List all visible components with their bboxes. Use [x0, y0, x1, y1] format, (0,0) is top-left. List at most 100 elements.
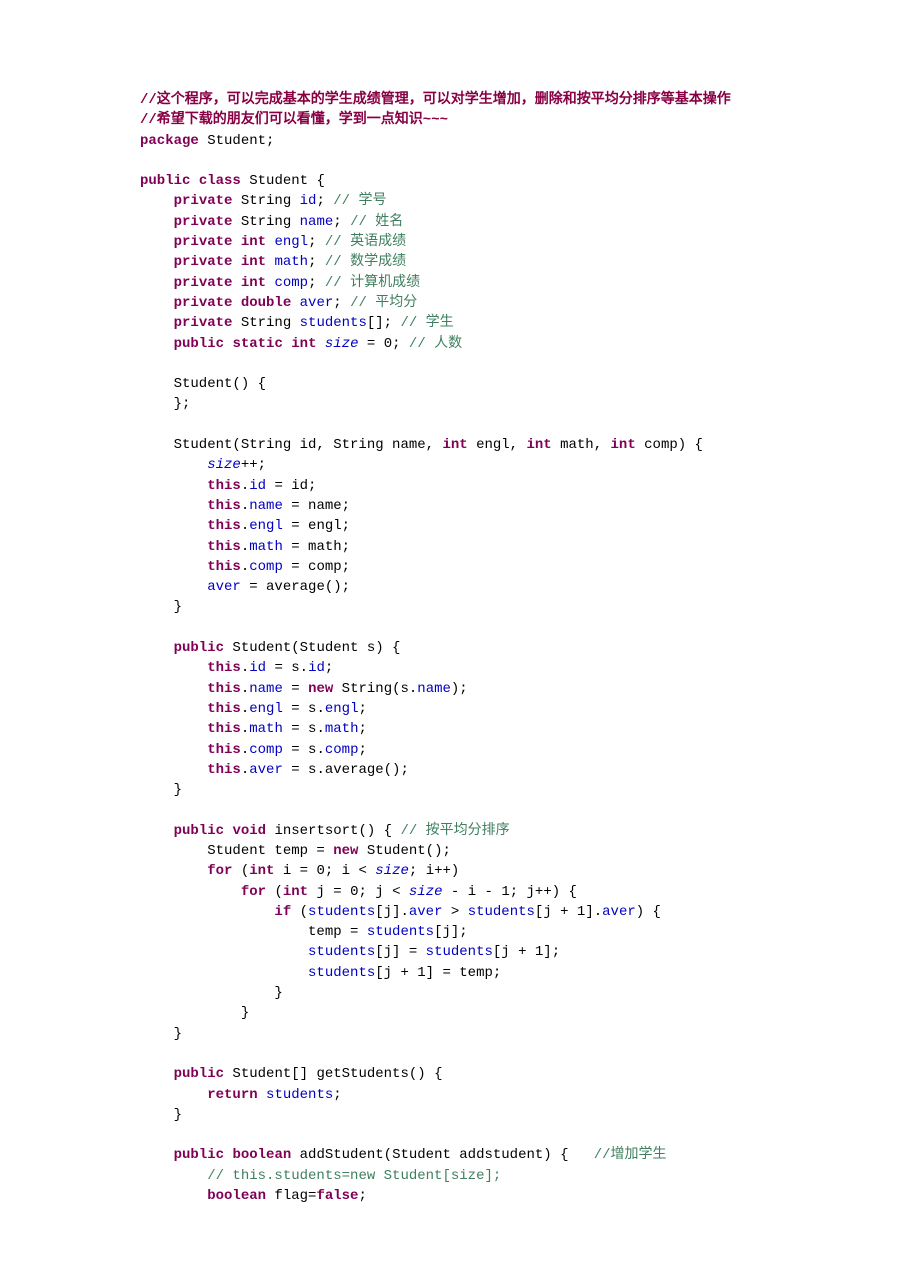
kw-this: this — [207, 762, 241, 778]
kw-private: private — [174, 254, 233, 270]
txt: [j] = — [375, 944, 425, 960]
txt — [140, 1066, 174, 1082]
txt — [140, 295, 174, 311]
kw-private: private — [174, 295, 233, 311]
kw-private: private — [174, 234, 233, 250]
fld-students: students — [308, 944, 375, 960]
fld-students: students — [300, 315, 367, 331]
txt: ; — [358, 742, 366, 758]
txt: = s. — [266, 660, 308, 676]
txt — [140, 1087, 207, 1103]
txt — [140, 457, 207, 473]
cmt-aver: // 平均分 — [350, 295, 417, 311]
txt — [140, 681, 207, 697]
kw-public: public — [174, 336, 224, 352]
txt: ( — [232, 863, 249, 879]
txt: ; — [358, 1188, 366, 1204]
txt: math, — [552, 437, 611, 453]
txt — [140, 944, 308, 960]
fld-math: math — [274, 254, 308, 270]
txt — [140, 1168, 207, 1184]
header-comment-2: //希望下载的朋友们可以看懂，学到一点知识~~~ — [140, 112, 448, 128]
txt: ; — [358, 701, 366, 717]
txt — [140, 498, 207, 514]
txt — [140, 336, 174, 352]
kw-this: this — [207, 518, 241, 534]
fld-name: name — [249, 681, 283, 697]
fld-students: students — [266, 1087, 333, 1103]
txt — [140, 539, 207, 555]
kw-int: int — [611, 437, 636, 453]
txt: Student(String id, String name, — [140, 437, 442, 453]
kw-this: this — [207, 478, 241, 494]
txt — [140, 863, 207, 879]
txt: flag= — [266, 1188, 316, 1204]
cmt-id: // 学号 — [333, 193, 386, 209]
kw-this: this — [207, 701, 241, 717]
fld-math: math — [249, 721, 283, 737]
txt: = comp; — [283, 559, 350, 575]
code-document: //这个程序，可以完成基本的学生成绩管理，可以对学生增加，删除和按平均分排序等基… — [0, 0, 920, 1286]
txt: - i - 1; j++) { — [443, 884, 577, 900]
txt: i = 0; i < — [274, 863, 375, 879]
txt: } — [140, 1107, 182, 1123]
txt — [140, 518, 207, 534]
txt: }; — [140, 396, 190, 412]
txt: Student temp = — [140, 843, 333, 859]
txt — [140, 823, 174, 839]
txt: String — [232, 193, 299, 209]
cmt-comp: // 计算机成绩 — [325, 275, 420, 291]
txt: . — [241, 498, 249, 514]
fld-comp: comp — [249, 742, 283, 758]
txt: = — [283, 681, 308, 697]
txt — [140, 193, 174, 209]
fld-aver: aver — [602, 904, 636, 920]
kw-private: private — [174, 193, 233, 209]
kw-this: this — [207, 742, 241, 758]
kw-public: public — [174, 640, 224, 656]
txt — [140, 559, 207, 575]
fld-engl: engl — [249, 518, 283, 534]
txt: = 0; — [359, 336, 409, 352]
txt: [j + 1]; — [493, 944, 560, 960]
kw-static: static — [232, 336, 282, 352]
txt — [140, 234, 174, 250]
fld-name: name — [249, 498, 283, 514]
kw-this: this — [207, 681, 241, 697]
txt: [j + 1] = temp; — [375, 965, 501, 981]
fld-students: students — [308, 904, 375, 920]
kw-return: return — [207, 1087, 257, 1103]
fld-aver: aver — [409, 904, 443, 920]
fld-name: name — [417, 681, 451, 697]
txt — [140, 579, 207, 595]
kw-for: for — [241, 884, 266, 900]
fld-size: size — [375, 863, 409, 879]
txt: ; — [308, 275, 325, 291]
fld-id: id — [249, 478, 266, 494]
txt: comp) { — [636, 437, 703, 453]
txt: . — [241, 660, 249, 676]
fld-aver: aver — [249, 762, 283, 778]
txt: = average(); — [241, 579, 350, 595]
txt: temp = — [140, 924, 367, 940]
txt: ; — [333, 214, 350, 230]
kw-private: private — [174, 275, 233, 291]
txt — [140, 904, 274, 920]
fld-engl: engl — [249, 701, 283, 717]
txt — [140, 721, 207, 737]
txt — [140, 660, 207, 676]
kw-for: for — [207, 863, 232, 879]
txt — [140, 884, 241, 900]
txt: Student(); — [358, 843, 450, 859]
txt: Student() { — [140, 376, 266, 392]
txt: ++; — [241, 457, 266, 473]
kw-int: int — [283, 884, 308, 900]
txt: . — [241, 478, 249, 494]
kw-private: private — [174, 315, 233, 331]
kw-public: public — [174, 1147, 224, 1163]
txt: String — [232, 214, 299, 230]
txt: ; — [333, 1087, 341, 1103]
txt: j = 0; j < — [308, 884, 409, 900]
txt: engl, — [468, 437, 527, 453]
txt: ; — [308, 254, 325, 270]
